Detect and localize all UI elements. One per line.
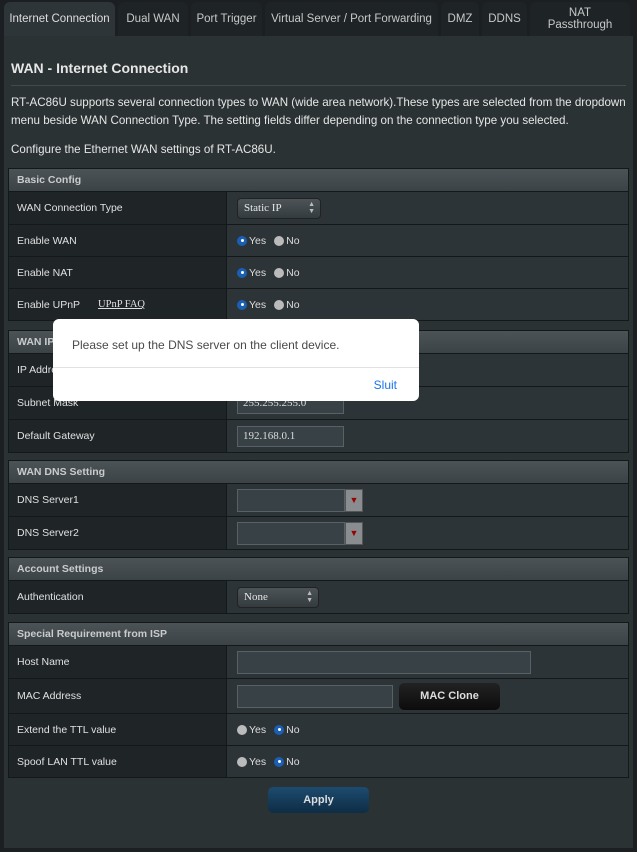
dropdown-arrow-icon[interactable]: ▼ [345,488,363,512]
tab-internet-connection[interactable]: Internet Connection [4,2,115,36]
spoof-ttl-yes[interactable]: Yes [237,756,266,768]
tab-ddns[interactable]: DDNS [482,2,527,36]
select-value: Static IP [244,201,282,214]
label: Extend the TTL value [9,714,227,745]
mac-clone-button[interactable]: MAC Clone [399,682,500,710]
label: MAC Address [9,679,227,713]
alert-message: Please set up the DNS server on the clie… [72,338,340,352]
mac-address-input[interactable] [237,684,393,708]
label: Enable NAT [9,257,227,288]
enable-wan-no[interactable]: No [274,235,300,247]
updown-icon: ▲ ▼ [306,588,313,604]
section-isp: Special Requirement from ISP Host Name M… [8,622,629,778]
spoof-ttl-no[interactable]: No [274,756,300,768]
close-button[interactable]: Sluit [374,378,397,392]
host-name-input[interactable] [237,650,531,674]
label: Enable UPnP [17,298,81,311]
extend-ttl-no[interactable]: No [274,724,300,736]
label: Authentication [9,581,227,613]
enable-nat-no[interactable]: No [274,267,300,279]
section-wan-dns: WAN DNS Setting DNS Server1 ▼ DNS Server2… [8,460,629,550]
enable-nat-yes[interactable]: Yes [237,267,266,279]
enable-upnp-no[interactable]: No [274,299,300,311]
label: DNS Server1 [9,484,227,516]
section-header: Account Settings [9,558,628,580]
apply-button[interactable]: Apply [268,787,369,813]
label: Default Gateway [9,420,227,452]
alert-dialog: Please set up the DNS server on the clie… [53,319,419,401]
section-header: Basic Config [9,169,628,191]
label: Enable WAN [9,225,227,256]
section-basic-config: Basic Config WAN Connection Type Static … [8,168,629,321]
label: DNS Server2 [9,517,227,549]
tab-virtual-server[interactable]: Virtual Server / Port Forwarding [265,2,438,36]
dns-server2-input[interactable] [237,521,345,545]
label: Spoof LAN TTL value [9,746,227,777]
wan-connection-type-select[interactable]: Static IP ▲ ▼ [237,197,321,219]
label: WAN Connection Type [9,192,227,224]
enable-upnp-yes[interactable]: Yes [237,299,266,311]
label: Host Name [9,646,227,678]
section-header: WAN DNS Setting [9,461,628,483]
enable-wan-yes[interactable]: Yes [237,235,266,247]
tab-bar: Internet Connection Dual WAN Port Trigge… [4,2,630,36]
tab-dmz[interactable]: DMZ [441,2,479,36]
tab-nat-passthrough[interactable]: NAT Passthrough [530,2,630,36]
content-panel: WAN - Internet Connection RT-AC86U suppo… [4,36,633,848]
dropdown-arrow-icon[interactable]: ▼ [345,521,363,545]
section-header: Special Requirement from ISP [9,623,628,645]
authentication-select[interactable]: None ▲ ▼ [237,586,319,608]
updown-icon: ▲ ▼ [308,199,315,215]
dns-server1-input[interactable] [237,488,345,512]
divider [11,85,626,86]
extend-ttl-yes[interactable]: Yes [237,724,266,736]
tab-port-trigger[interactable]: Port Trigger [191,2,262,36]
description: RT-AC86U supports several connection typ… [11,96,626,127]
select-value: None [244,590,268,603]
default-gateway-input[interactable]: 192.168.0.1 [237,425,344,447]
upnp-faq-link[interactable]: UPnP FAQ [98,299,145,310]
page-title: WAN - Internet Connection [11,60,189,76]
divider [53,367,419,368]
description-2: Configure the Ethernet WAN settings of R… [11,143,276,156]
tab-dual-wan[interactable]: Dual WAN [118,2,188,36]
section-account: Account Settings Authentication None ▲ ▼ [8,557,629,614]
